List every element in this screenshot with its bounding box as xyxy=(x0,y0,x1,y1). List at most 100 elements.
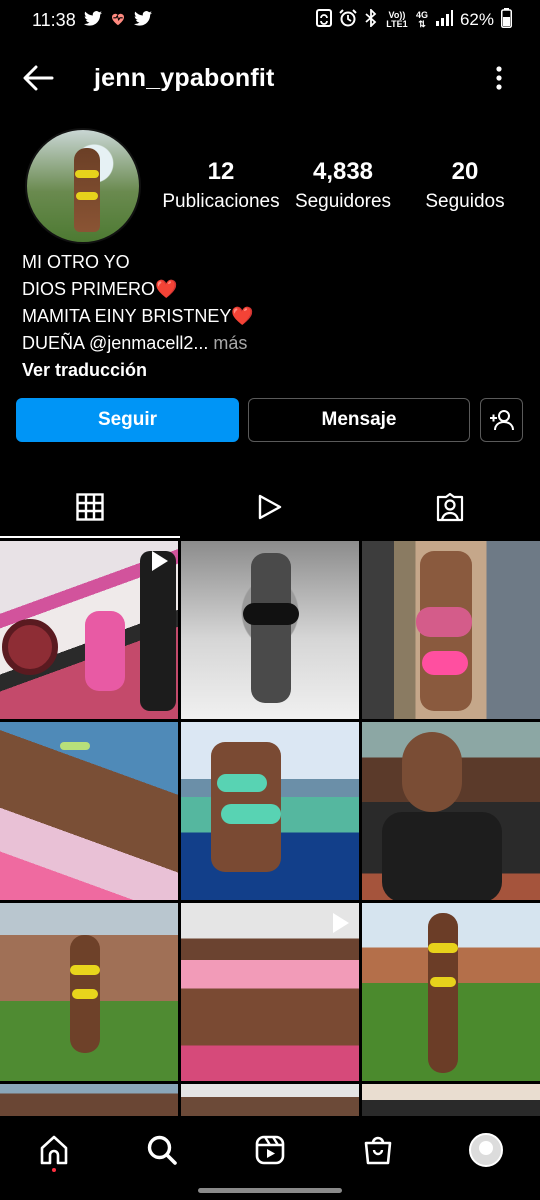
status-time: 11:38 xyxy=(32,9,76,30)
photo-detail xyxy=(243,603,299,625)
more-options-button[interactable] xyxy=(484,58,514,98)
stat-posts[interactable]: 12 Publicaciones xyxy=(160,156,282,216)
bio-mention[interactable]: DUEÑA @jenmacell2... xyxy=(22,333,208,353)
reel-badge-icon xyxy=(152,551,168,571)
post-thumbnail[interactable] xyxy=(362,722,540,900)
photo-subject xyxy=(428,913,458,1073)
photo-detail xyxy=(70,965,100,975)
tagged-person-icon xyxy=(436,492,464,522)
photo-detail xyxy=(217,774,267,792)
photo-detail xyxy=(72,989,98,999)
battery-icon xyxy=(501,7,512,33)
post-thumbnail[interactable] xyxy=(181,541,359,719)
profile-avatar-icon xyxy=(469,1133,503,1167)
status-bar: 11:38 Vo)) LTE1 4G ⇅ 62% xyxy=(0,0,540,40)
reel-badge-icon xyxy=(333,913,349,933)
post-thumbnail[interactable] xyxy=(181,722,359,900)
avatar-detail xyxy=(76,192,98,200)
post-thumbnail[interactable] xyxy=(181,1084,359,1116)
photo-subject xyxy=(140,551,176,711)
home-icon xyxy=(40,1135,68,1165)
twitter-icon xyxy=(83,10,102,30)
network-label: 4G xyxy=(415,10,428,20)
suggested-users-button[interactable] xyxy=(480,398,523,442)
bio-more-link[interactable]: más xyxy=(208,333,247,353)
profile-username: jenn_ypabonfit xyxy=(94,63,275,92)
nav-shop[interactable] xyxy=(348,1120,408,1180)
reels-icon xyxy=(255,1135,285,1165)
stat-label: Publicaciones xyxy=(162,191,280,212)
message-button[interactable]: Mensaje xyxy=(248,398,470,442)
battery-level: 62% xyxy=(459,10,494,29)
post-thumbnail[interactable] xyxy=(362,1084,540,1116)
bio-line: DIOS PRIMERO❤️ xyxy=(22,279,178,299)
stat-label: Seguidores xyxy=(294,191,392,212)
tab-indicator xyxy=(0,536,180,538)
posts-grid xyxy=(0,541,540,1116)
photo-detail xyxy=(430,977,456,987)
stat-followers[interactable]: 4,838 Seguidores xyxy=(282,156,404,216)
shop-bag-icon xyxy=(364,1136,392,1165)
stat-value: 12 xyxy=(207,158,235,185)
add-person-icon xyxy=(489,410,514,431)
photo-detail xyxy=(2,619,58,675)
stat-following[interactable]: 20 Seguidos xyxy=(404,156,526,216)
photo-subject xyxy=(85,611,125,691)
photo-detail xyxy=(60,742,90,750)
profile-header: jenn_ypabonfit xyxy=(0,48,540,108)
heart-pulse-icon xyxy=(110,11,126,30)
photo-detail xyxy=(422,651,468,675)
post-thumbnail[interactable] xyxy=(0,903,178,1081)
post-thumbnail[interactable] xyxy=(0,722,178,900)
stat-label: Seguidos xyxy=(425,191,505,212)
notification-dot xyxy=(52,1168,56,1172)
stat-value: 20 xyxy=(451,158,479,185)
photo-detail xyxy=(428,943,458,953)
translate-link[interactable]: Ver traducción xyxy=(22,357,518,384)
profile-tabs xyxy=(0,476,540,538)
twitter-icon xyxy=(133,10,152,30)
post-thumbnail[interactable] xyxy=(0,1084,178,1116)
nav-search[interactable] xyxy=(132,1120,192,1180)
profile-stats: 12 Publicaciones 4,838 Seguidores 20 Seg… xyxy=(160,156,526,216)
profile-bio: MI OTRO YO DIOS PRIMERO❤️ MAMITA EINY BR… xyxy=(22,249,518,384)
avatar-detail xyxy=(75,170,99,178)
home-indicator xyxy=(198,1188,342,1193)
bottom-navigation xyxy=(0,1116,540,1184)
status-left: 11:38 xyxy=(32,10,152,31)
avatar-figure xyxy=(74,148,100,232)
more-vertical-icon xyxy=(496,66,502,90)
tab-grid[interactable] xyxy=(0,476,180,538)
tab-tagged[interactable] xyxy=(360,476,540,538)
search-icon xyxy=(147,1135,177,1165)
play-icon xyxy=(258,494,282,520)
photo-detail xyxy=(221,804,281,824)
follow-button[interactable]: Seguir xyxy=(16,398,239,442)
status-right: Vo)) LTE1 4G ⇅ 62% xyxy=(315,7,512,33)
bio-line: MI OTRO YO xyxy=(22,252,130,272)
bio-line-last: DUEÑA @jenmacell2... más xyxy=(22,330,518,357)
photo-subject xyxy=(251,553,291,703)
tab-reels[interactable] xyxy=(180,476,360,538)
grid-icon xyxy=(76,493,104,521)
post-thumbnail[interactable] xyxy=(362,541,540,719)
post-thumbnail[interactable] xyxy=(362,903,540,1081)
nav-reels[interactable] xyxy=(240,1120,300,1180)
photo-detail xyxy=(382,812,502,900)
alarm-icon xyxy=(339,8,357,32)
bluetooth-icon xyxy=(364,7,378,32)
sync-icon xyxy=(315,8,332,32)
4g-icon: 4G ⇅ xyxy=(415,10,428,29)
back-button[interactable] xyxy=(18,58,58,98)
nav-profile[interactable] xyxy=(456,1120,516,1180)
profile-avatar[interactable] xyxy=(25,128,141,244)
stat-value: 4,838 xyxy=(312,158,374,185)
photo-subject xyxy=(402,732,462,812)
bio-line: MAMITA EINY BRISTNEY❤️ xyxy=(22,306,254,326)
volte-icon: Vo)) LTE1 xyxy=(386,10,408,29)
back-arrow-icon xyxy=(23,65,54,91)
post-thumbnail[interactable] xyxy=(0,541,178,719)
post-thumbnail[interactable] xyxy=(181,903,359,1081)
nav-home[interactable] xyxy=(24,1120,84,1180)
signal-icon xyxy=(435,9,453,31)
